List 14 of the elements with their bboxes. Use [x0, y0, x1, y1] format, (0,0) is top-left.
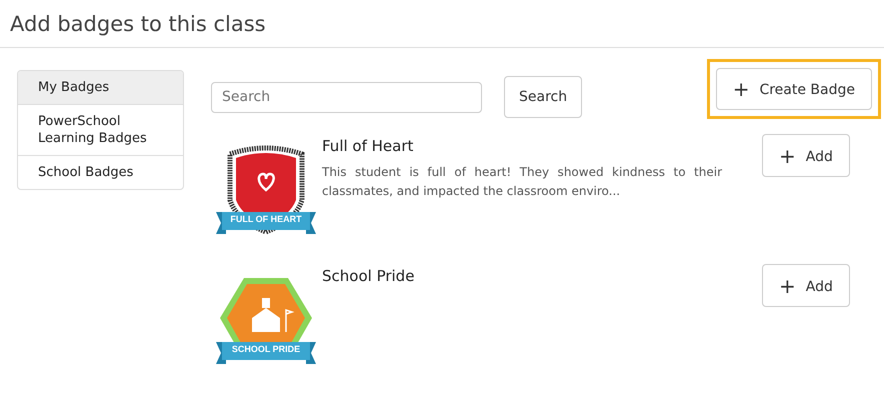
page-title: Add badges to this class: [0, 0, 884, 48]
badge-ribbon-label: SCHOOL PRIDE: [230, 344, 302, 354]
flag-icon: [285, 308, 294, 332]
badge-ribbon-label: FULL OF HEART: [229, 214, 303, 224]
badge-description: This student is full of heart! They showed kindness to their classmates, and impacted the classroom enviro...: [322, 164, 722, 200]
sidebar-item[interactable]: PowerSchool Learning Badges: [18, 104, 183, 155]
badge-title: Full of Heart: [322, 137, 414, 155]
search-button[interactable]: Search: [504, 76, 582, 118]
badge-title: School Pride: [322, 267, 416, 285]
schoolhouse-icon: [252, 298, 280, 332]
sidebar-item[interactable]: School Badges: [18, 155, 183, 189]
heart-icon: [258, 172, 275, 192]
search-field[interactable]: Search: [211, 82, 482, 112]
sidebar-item[interactable]: My Badges: [18, 71, 183, 104]
